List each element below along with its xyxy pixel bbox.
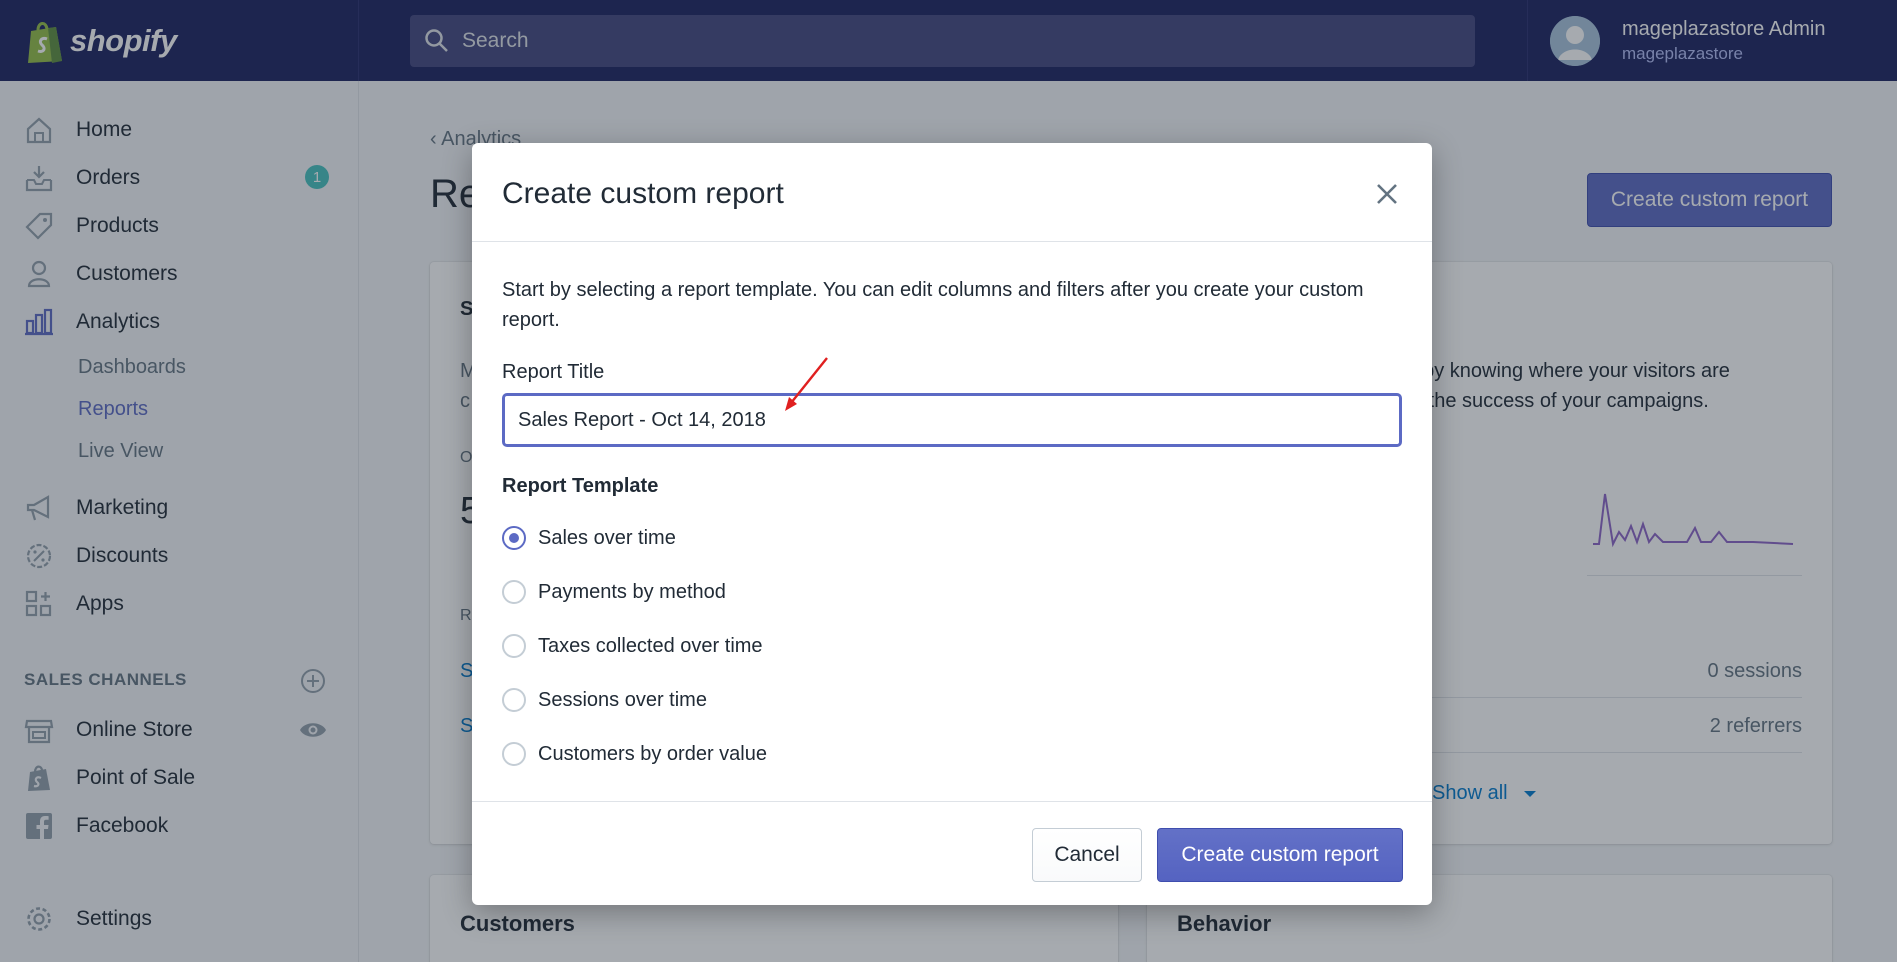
radio-label: Payments by method <box>538 580 726 603</box>
radio-checked[interactable] <box>502 526 526 550</box>
create-custom-report-modal: Create custom report Start by selecting … <box>472 143 1432 905</box>
radio-label: Sales over time <box>538 526 676 549</box>
cancel-button[interactable]: Cancel <box>1032 828 1142 882</box>
create-custom-report-button[interactable]: Create custom report <box>1157 828 1403 882</box>
report-title-input[interactable] <box>502 393 1402 447</box>
radio-unchecked[interactable] <box>502 634 526 658</box>
radio-label: Taxes collected over time <box>538 634 763 657</box>
template-option-taxes-collected[interactable]: Taxes collected over time <box>502 634 763 658</box>
radio-unchecked[interactable] <box>502 742 526 766</box>
radio-unchecked[interactable] <box>502 688 526 712</box>
close-icon[interactable] <box>1372 179 1402 209</box>
report-title-label: Report Title <box>502 361 605 383</box>
modal-title: Create custom report <box>502 177 784 210</box>
modal-footer: Cancel Create custom report <box>472 801 1432 905</box>
modal-header: Create custom report <box>472 143 1432 242</box>
radio-label: Customers by order value <box>538 742 767 765</box>
template-option-payments-by-method[interactable]: Payments by method <box>502 580 726 604</box>
template-option-customers-by-order-value[interactable]: Customers by order value <box>502 742 767 766</box>
modal-description: Start by selecting a report template. Yo… <box>502 279 1364 331</box>
annotation-arrow-icon <box>785 357 828 411</box>
template-option-sales-over-time[interactable]: Sales over time <box>502 526 676 550</box>
radio-label: Sessions over time <box>538 688 707 711</box>
radio-unchecked[interactable] <box>502 580 526 604</box>
template-option-sessions-over-time[interactable]: Sessions over time <box>502 688 707 712</box>
report-template-label: Report Template <box>502 475 659 497</box>
